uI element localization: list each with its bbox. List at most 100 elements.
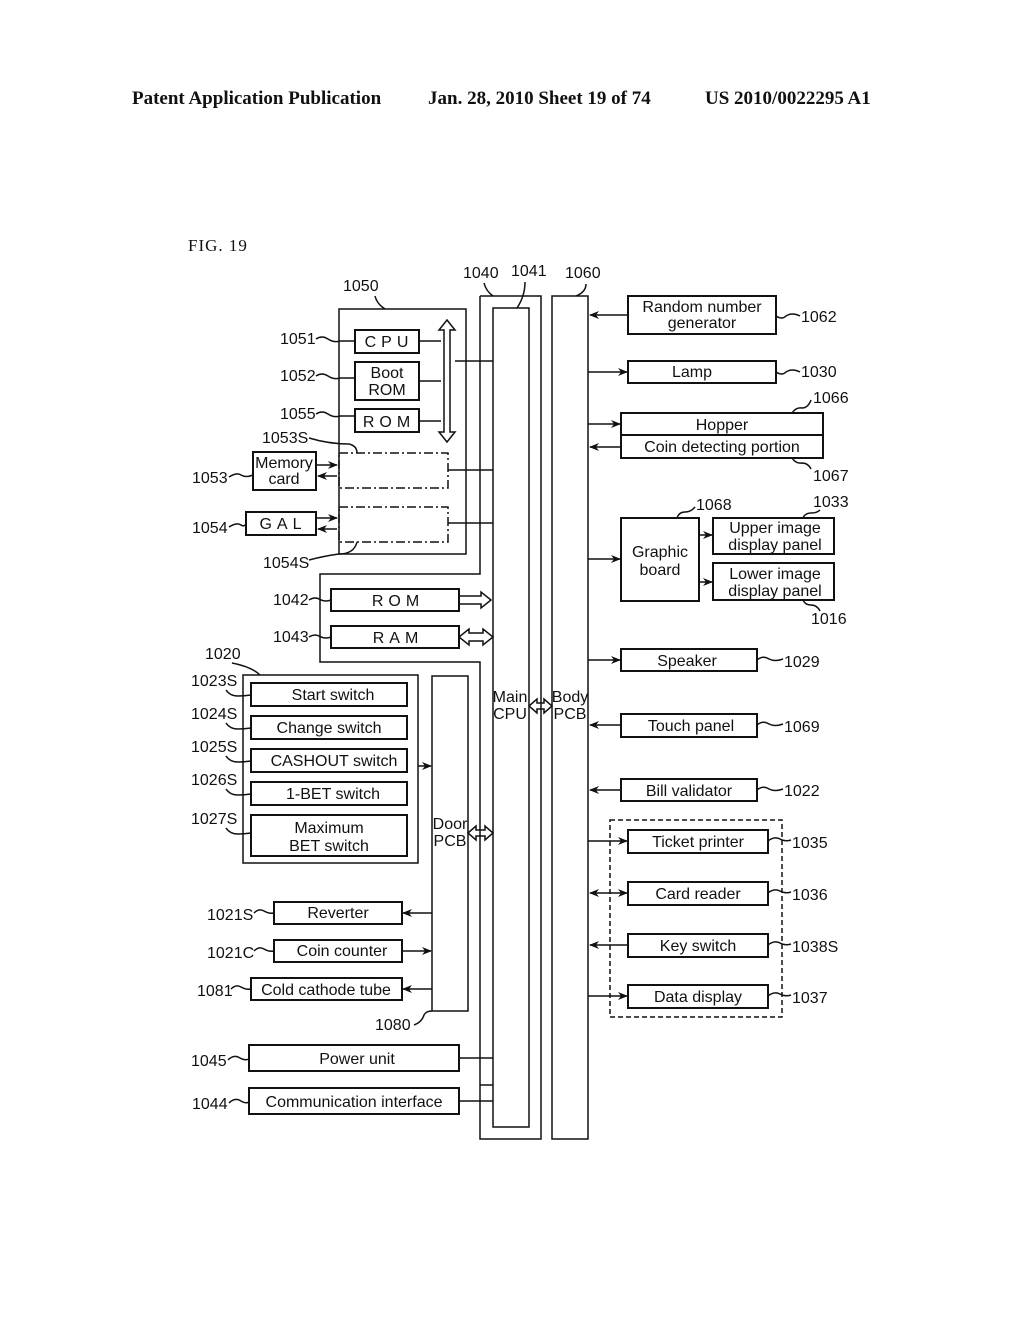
- graphic-board-label-2: board: [640, 562, 681, 579]
- figure-label: FIG. 19: [188, 236, 248, 255]
- ram-1043-label: RAM: [373, 630, 424, 647]
- ticket-printer-block: Ticket printer 1035: [588, 829, 828, 854]
- power-unit-block: Power unit 1045: [191, 1044, 493, 1072]
- ref-1029: 1029: [784, 654, 820, 671]
- ref-1037: 1037: [792, 990, 828, 1007]
- ref-1026S: 1026S: [191, 772, 237, 789]
- body-pcb-label-2: PCB: [554, 706, 587, 723]
- ref-1024S: 1024S: [191, 706, 237, 723]
- reverter-label: Reverter: [307, 905, 369, 922]
- main-cpu-block: Main CPU 1041: [492, 263, 547, 1128]
- lower-panel-label-1: Lower image: [729, 566, 821, 583]
- ref-1021C: 1021C: [207, 945, 254, 962]
- key-switch-block: Key switch 1038S: [589, 933, 838, 958]
- graphic-board-label-1: Graphic: [632, 544, 688, 561]
- ref-1041: 1041: [511, 263, 547, 280]
- start-switch-block: Start switch 1023S: [191, 673, 408, 707]
- lower-image-display-panel-block: Lower image display panel 1016: [712, 562, 847, 628]
- ref-1043: 1043: [273, 629, 309, 646]
- ref-1042: 1042: [273, 592, 309, 609]
- ref-1068: 1068: [696, 497, 732, 514]
- speaker-block: Speaker 1029: [588, 648, 820, 672]
- ref-1054S: 1054S: [263, 555, 309, 572]
- hopper-label: Hopper: [696, 417, 749, 434]
- bill-validator-block: Bill validator 1022: [589, 778, 820, 802]
- card-reader-block: Card reader 1036: [589, 881, 828, 906]
- cold-cathode-tube-block: Cold cathode tube 1081: [197, 977, 432, 1001]
- key-switch-label: Key switch: [660, 938, 736, 955]
- boot-rom-label-1: Boot: [371, 365, 404, 382]
- ref-1016: 1016: [811, 611, 847, 628]
- rng-label-1: Random number: [642, 299, 762, 316]
- cpu-label: CPU: [365, 334, 414, 351]
- change-switch-label: Change switch: [277, 720, 382, 737]
- rom-1055-label: ROM: [363, 414, 415, 431]
- ref-1040: 1040: [463, 265, 499, 282]
- upper-panel-label-1: Upper image: [729, 520, 821, 537]
- ref-1062: 1062: [801, 309, 837, 326]
- lamp-block: Lamp 1030: [588, 360, 837, 384]
- touch-panel-label: Touch panel: [648, 718, 734, 735]
- boot-rom-block: Boot ROM 1052: [280, 361, 441, 401]
- ref-1044: 1044: [192, 1096, 228, 1113]
- upper-image-display-panel-block: Upper image display panel 1033: [712, 494, 849, 555]
- cpu-block: CPU 1051: [280, 329, 441, 354]
- gal-block: GAL 1054: [192, 511, 338, 537]
- memory-card-block: Memory card 1053: [192, 451, 338, 491]
- cashout-switch-label: CASHOUT switch: [271, 753, 398, 770]
- ref-1067: 1067: [813, 468, 849, 485]
- data-display-label: Data display: [654, 989, 742, 1006]
- speaker-label: Speaker: [657, 653, 717, 670]
- ref-1052: 1052: [280, 368, 316, 385]
- ref-1045: 1045: [191, 1053, 227, 1070]
- ref-1021S: 1021S: [207, 907, 253, 924]
- ref-1051: 1051: [280, 331, 316, 348]
- boot-rom-label-2: ROM: [368, 382, 405, 399]
- touch-panel-block: Touch panel 1069: [589, 713, 820, 738]
- memory-card-label-1: Memory: [255, 455, 313, 472]
- rom-1042-block: ROM 1042: [273, 588, 493, 612]
- ref-1054: 1054: [192, 520, 228, 537]
- one-bet-switch-block: 1-BET switch 1026S: [191, 772, 408, 806]
- bill-validator-label: Bill validator: [646, 783, 733, 800]
- internal-bus-arrow: [437, 318, 457, 444]
- max-bet-switch-label-2: BET switch: [289, 838, 369, 855]
- coin-counter-block: Coin counter 1021C: [207, 939, 432, 963]
- max-bet-switch-block: Maximum BET switch 1027S: [191, 811, 408, 857]
- change-switch-block: Change switch 1024S: [191, 706, 408, 740]
- ref-1020: 1020: [205, 646, 241, 663]
- cold-cathode-tube-label: Cold cathode tube: [261, 982, 391, 999]
- ref-1036: 1036: [792, 887, 828, 904]
- cashout-switch-block: CASHOUT switch 1025S: [191, 739, 408, 773]
- coin-detecting-portion-block: Coin detecting portion 1067: [589, 434, 849, 485]
- rom-1055-block: ROM 1055: [280, 406, 441, 433]
- random-number-generator-block: Random number generator 1062: [589, 295, 837, 335]
- lower-panel-label-2: display panel: [728, 583, 821, 600]
- communication-interface-label: Communication interface: [266, 1094, 443, 1111]
- upper-panel-label-2: display panel: [728, 537, 821, 554]
- door-pcb-label-1: Door: [433, 816, 468, 833]
- reverter-block: Reverter 1021S: [207, 901, 432, 925]
- hopper-block: Hopper 1066: [588, 390, 849, 436]
- power-unit-label: Power unit: [319, 1051, 395, 1068]
- gal-label: GAL: [259, 516, 306, 533]
- ref-1033: 1033: [813, 494, 849, 511]
- ref-1053: 1053: [192, 470, 228, 487]
- ref-1050: 1050: [343, 278, 379, 295]
- communication-interface-block: Communication interface 1044: [192, 1087, 493, 1115]
- ref-1081: 1081: [197, 983, 233, 1000]
- ref-1069: 1069: [784, 719, 820, 736]
- ref-1030: 1030: [801, 364, 837, 381]
- ref-1025S: 1025S: [191, 739, 237, 756]
- body-pcb-label-1: Body: [552, 689, 588, 706]
- coin-detecting-portion-label: Coin detecting portion: [644, 439, 800, 456]
- ref-1053S: 1053S: [262, 430, 308, 447]
- ref-1027S: 1027S: [191, 811, 237, 828]
- start-switch-label: Start switch: [292, 687, 375, 704]
- one-bet-switch-label: 1-BET switch: [286, 786, 380, 803]
- data-display-block: Data display 1037: [588, 984, 828, 1009]
- ref-1035: 1035: [792, 835, 828, 852]
- ref-1055: 1055: [280, 406, 316, 423]
- ref-1066: 1066: [813, 390, 849, 407]
- ram-1043-block: RAM 1043: [273, 625, 495, 649]
